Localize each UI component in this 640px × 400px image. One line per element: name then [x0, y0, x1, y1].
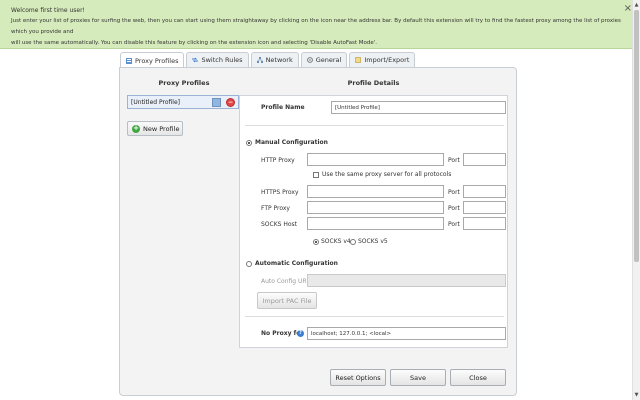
ftp-proxy-input[interactable] — [307, 201, 444, 214]
profiles-icon — [126, 57, 132, 64]
new-profile-label: New Profile — [143, 124, 180, 133]
https-port-input[interactable] — [463, 185, 506, 198]
profile-color-swatch[interactable] — [212, 98, 221, 107]
profile-name-label: Profile Name — [261, 104, 305, 111]
general-icon — [306, 57, 313, 63]
same-proxy-checkbox[interactable] — [313, 172, 319, 178]
profile-name: [Untitled Profile] — [131, 98, 180, 106]
auto-config-url-input[interactable] — [307, 274, 506, 287]
ftp-port-input[interactable] — [463, 201, 506, 214]
http-port-label: Port — [448, 157, 460, 164]
tab-label: Switch Rules — [201, 56, 243, 64]
socks-port-label: Port — [448, 221, 460, 228]
scroll-thumb[interactable] — [634, 10, 639, 262]
https-proxy-label: HTTPS Proxy — [261, 189, 299, 196]
save-button[interactable]: Save — [390, 369, 446, 386]
import-export-icon — [355, 57, 362, 63]
http-proxy-label: HTTP Proxy — [261, 157, 295, 164]
notice-title: Welcome first time user! — [11, 7, 85, 14]
rules-icon — [192, 57, 199, 63]
tab-general[interactable]: General — [300, 52, 348, 67]
auto-config-url-label: Auto Config URL — [261, 278, 310, 285]
plus-icon: + — [132, 123, 140, 133]
ftp-proxy-label: FTP Proxy — [261, 205, 290, 212]
socks-v5-radio[interactable] — [350, 239, 356, 245]
options-panel: Proxy Profiles [Untitled Profile] − + Ne… — [119, 67, 517, 396]
tab-label: Network — [265, 56, 293, 64]
notice-text-line1: Just enter your list of proxies for surf… — [11, 18, 621, 35]
no-proxy-input[interactable]: localhost; 127.0.0.1; <local> — [307, 327, 506, 340]
socks-v5-label: SOCKS v5 — [358, 238, 388, 245]
reset-options-button[interactable]: Reset Options — [330, 369, 386, 386]
options-tabs: Proxy Profiles Switch Rules Network Gene… — [120, 52, 417, 68]
socks-host-label: SOCKS Host — [261, 221, 298, 228]
divider — [245, 125, 504, 126]
socks-host-input[interactable] — [307, 217, 444, 230]
delete-icon[interactable]: − — [226, 98, 235, 107]
same-proxy-label: Use the same proxy server for all protoc… — [322, 171, 452, 178]
help-icon[interactable]: ? — [297, 330, 304, 337]
profile-list-item[interactable]: [Untitled Profile] − — [127, 95, 239, 109]
scrollbar[interactable]: ▲ ▼ — [632, 0, 640, 400]
socks-v4-label: SOCKS v4 — [321, 238, 351, 245]
manual-config-radio[interactable] — [246, 140, 252, 146]
tab-switch-rules[interactable]: Switch Rules — [186, 52, 249, 67]
tab-label: General — [315, 56, 342, 64]
manual-config-label: Manual Configuration — [255, 139, 328, 146]
socks-port-input[interactable] — [463, 217, 506, 230]
auto-config-radio[interactable] — [246, 261, 252, 267]
tab-network[interactable]: Network — [250, 52, 299, 67]
divider — [245, 316, 504, 317]
ftp-port-label: Port — [448, 205, 460, 212]
import-pac-button[interactable]: Import PAC File — [257, 292, 317, 309]
profile-details: Profile Name [Untitled Profile] Manual C… — [239, 95, 508, 348]
socks-v4-radio[interactable] — [313, 239, 319, 245]
tab-label: Proxy Profiles — [135, 56, 179, 65]
http-port-input[interactable] — [463, 153, 506, 166]
close-icon[interactable]: × — [624, 4, 632, 14]
tab-proxy-profiles[interactable]: Proxy Profiles — [120, 52, 185, 68]
scroll-up-arrow-icon[interactable]: ▲ — [633, 1, 640, 9]
profiles-header: Proxy Profiles — [158, 79, 210, 87]
scroll-down-arrow-icon[interactable]: ▼ — [633, 391, 640, 399]
details-header: Profile Details — [347, 79, 400, 87]
profile-name-input[interactable]: [Untitled Profile] — [331, 101, 506, 114]
new-profile-button[interactable]: + New Profile — [127, 121, 183, 136]
https-proxy-input[interactable] — [307, 185, 444, 198]
welcome-notice: Welcome first time user! Just enter your… — [0, 0, 640, 49]
notice-text-line2: will use the same automatically. You can… — [11, 40, 377, 46]
http-proxy-input[interactable] — [307, 153, 444, 166]
tab-label: Import/Export — [364, 56, 410, 64]
https-port-label: Port — [448, 189, 460, 196]
tab-import-export[interactable]: Import/Export — [349, 52, 416, 67]
network-icon — [256, 57, 263, 63]
auto-config-label: Automatic Configuration — [255, 260, 338, 267]
close-button[interactable]: Close — [450, 369, 506, 386]
